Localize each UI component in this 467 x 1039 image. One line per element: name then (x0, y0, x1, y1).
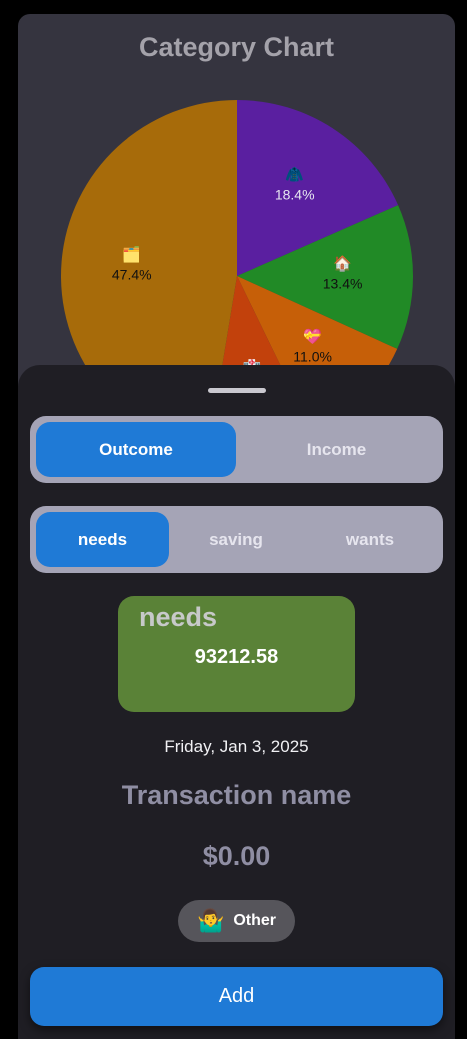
shrug-icon: 🤷‍♂️ (196, 908, 225, 933)
slice-label: 11.0% (293, 349, 332, 365)
budget-label: needs (139, 602, 218, 632)
category-chip-label: Other (233, 912, 277, 929)
budget-card: needs 93212.58 (118, 596, 355, 712)
category-chip[interactable]: 🤷‍♂️ Other (178, 900, 295, 942)
transaction-name-input[interactable]: Transaction name (78, 780, 395, 816)
wants-tab[interactable]: wants (303, 512, 437, 567)
saving-tab[interactable]: saving (169, 512, 303, 567)
transaction-date[interactable]: Friday, Jan 3, 2025 (18, 737, 455, 757)
budget-amount: 93212.58 (194, 646, 279, 668)
category-chart-card: 🧥18.4%🏠13.4%💝11.0%🏥🗂️47.4% Category Char… (18, 14, 455, 414)
income-tab[interactable]: Income (236, 422, 437, 477)
slice-label: 13.4% (323, 276, 363, 292)
chart-title: Category Chart (138, 32, 335, 62)
slice-icon: 🧥 (285, 167, 304, 184)
needs-tab[interactable]: needs (36, 512, 169, 567)
outcome-tab[interactable]: Outcome (36, 422, 236, 477)
slice-label: 18.4% (275, 187, 315, 203)
drag-handle[interactable] (208, 388, 266, 393)
slice-label: 47.4% (112, 266, 152, 282)
transaction-type-toggle: Outcome Income (30, 416, 443, 483)
slice-icon: 💝 (303, 328, 322, 346)
add-button[interactable]: Add (30, 967, 443, 1026)
bottom-sheet: Outcome Income needs saving wants needs … (18, 365, 455, 1039)
pie-chart: 🧥18.4%🏠13.4%💝11.0%🏥🗂️47.4% (61, 100, 414, 414)
slice-icon: 🏠 (333, 255, 352, 273)
slice-icon: 🗂️ (122, 245, 141, 263)
budget-category-toggle: needs saving wants (30, 506, 443, 573)
transaction-amount-input[interactable]: $0.00 (138, 841, 335, 877)
